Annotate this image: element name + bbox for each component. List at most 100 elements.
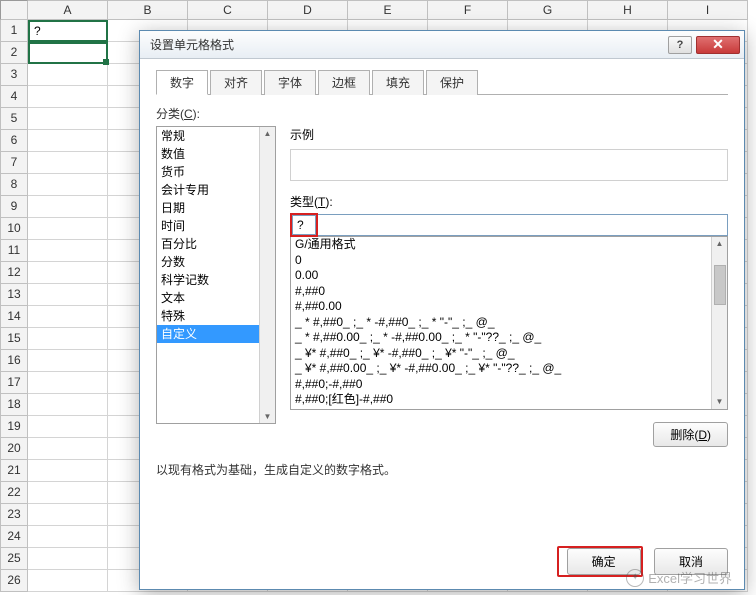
tab-3[interactable]: 边框 [318, 70, 370, 95]
row-header[interactable]: 11 [0, 240, 28, 262]
column-header[interactable]: B [108, 0, 188, 20]
format-item[interactable]: G/通用格式 [291, 237, 727, 253]
cell[interactable] [28, 548, 108, 570]
row-header[interactable]: 1 [0, 20, 28, 42]
column-header[interactable]: E [348, 0, 428, 20]
row-header[interactable]: 5 [0, 108, 28, 130]
category-item[interactable]: 自定义 [157, 325, 275, 343]
format-item[interactable]: _ ¥* #,##0_ ;_ ¥* -#,##0_ ;_ ¥* "-"_ ;_ … [291, 346, 727, 362]
column-header[interactable]: D [268, 0, 348, 20]
scroll-down-icon[interactable]: ▼ [716, 395, 724, 409]
category-item[interactable]: 货币 [157, 163, 275, 181]
scroll-thumb[interactable] [714, 265, 726, 305]
row-header[interactable]: 13 [0, 284, 28, 306]
format-item[interactable]: _ * #,##0.00_ ;_ * -#,##0.00_ ;_ * "-"??… [291, 330, 727, 346]
row-header[interactable]: 7 [0, 152, 28, 174]
cell[interactable] [28, 416, 108, 438]
cell[interactable] [28, 504, 108, 526]
format-listbox[interactable]: G/通用格式00.00#,##0#,##0.00_ * #,##0_ ;_ * … [290, 236, 728, 410]
scroll-down-icon[interactable]: ▼ [264, 412, 272, 421]
row-header[interactable]: 18 [0, 394, 28, 416]
cell[interactable] [28, 218, 108, 240]
format-item[interactable]: 0 [291, 253, 727, 269]
cell[interactable] [28, 372, 108, 394]
cell[interactable] [28, 240, 108, 262]
row-header[interactable]: 8 [0, 174, 28, 196]
row-header[interactable]: 23 [0, 504, 28, 526]
dialog-titlebar[interactable]: 设置单元格格式 ? ✕ [140, 31, 744, 59]
format-item[interactable]: #,##0.00 [291, 299, 727, 315]
cell[interactable] [28, 482, 108, 504]
category-item[interactable]: 特殊 [157, 307, 275, 325]
row-header[interactable]: 4 [0, 86, 28, 108]
ok-button[interactable]: 确定 [567, 548, 641, 575]
category-listbox[interactable]: 常规数值货币会计专用日期时间百分比分数科学记数文本特殊自定义 ▲ ▼ [156, 126, 276, 424]
category-item[interactable]: 科学记数 [157, 271, 275, 289]
format-item[interactable]: #,##0;[红色]-#,##0 [291, 392, 727, 408]
row-header[interactable]: 25 [0, 548, 28, 570]
cell[interactable] [28, 196, 108, 218]
cell[interactable] [28, 174, 108, 196]
cell[interactable] [28, 460, 108, 482]
row-header[interactable]: 26 [0, 570, 28, 592]
tab-5[interactable]: 保护 [426, 70, 478, 95]
row-header[interactable]: 20 [0, 438, 28, 460]
row-header[interactable]: 17 [0, 372, 28, 394]
scroll-up-icon[interactable]: ▲ [264, 129, 272, 138]
category-item[interactable]: 会计专用 [157, 181, 275, 199]
category-item[interactable]: 分数 [157, 253, 275, 271]
format-item[interactable]: #,##0;-#,##0 [291, 377, 727, 393]
cell[interactable] [28, 526, 108, 548]
row-header[interactable]: 2 [0, 42, 28, 64]
row-header[interactable]: 10 [0, 218, 28, 240]
cancel-button[interactable]: 取消 [654, 548, 728, 575]
category-scrollbar[interactable]: ▲ ▼ [259, 127, 275, 423]
cell[interactable] [28, 306, 108, 328]
category-item[interactable]: 常规 [157, 127, 275, 145]
row-header[interactable]: 3 [0, 64, 28, 86]
cell-a2-selection[interactable] [28, 42, 108, 64]
row-header[interactable]: 22 [0, 482, 28, 504]
cell[interactable] [28, 438, 108, 460]
category-item[interactable]: 时间 [157, 217, 275, 235]
format-item[interactable]: _ ¥* #,##0.00_ ;_ ¥* -#,##0.00_ ;_ ¥* "-… [291, 361, 727, 377]
column-header[interactable]: I [668, 0, 748, 20]
fill-handle[interactable] [103, 59, 109, 65]
format-item[interactable]: #,##0.00;-#,##0.00 [291, 408, 727, 411]
type-input[interactable] [292, 215, 316, 235]
cell[interactable] [28, 262, 108, 284]
category-item[interactable]: 百分比 [157, 235, 275, 253]
format-scrollbar[interactable]: ▲ ▼ [711, 237, 727, 409]
cell[interactable] [28, 284, 108, 306]
cell[interactable] [28, 350, 108, 372]
row-header[interactable]: 21 [0, 460, 28, 482]
help-button[interactable]: ? [668, 36, 692, 54]
row-header[interactable]: 15 [0, 328, 28, 350]
cell[interactable] [28, 130, 108, 152]
category-item[interactable]: 日期 [157, 199, 275, 217]
row-header[interactable]: 9 [0, 196, 28, 218]
tab-1[interactable]: 对齐 [210, 70, 262, 95]
scroll-up-icon[interactable]: ▲ [716, 237, 724, 251]
column-header[interactable]: C [188, 0, 268, 20]
row-header[interactable]: 24 [0, 526, 28, 548]
tab-0[interactable]: 数字 [156, 70, 208, 95]
column-header[interactable]: G [508, 0, 588, 20]
row-header[interactable]: 19 [0, 416, 28, 438]
format-item[interactable]: _ * #,##0_ ;_ * -#,##0_ ;_ * "-"_ ;_ @_ [291, 315, 727, 331]
row-header[interactable]: 6 [0, 130, 28, 152]
select-all-corner[interactable] [0, 0, 28, 20]
cell-a1[interactable]: ? [28, 20, 108, 42]
column-header[interactable]: A [28, 0, 108, 20]
format-item[interactable]: #,##0 [291, 284, 727, 300]
cell[interactable] [28, 570, 108, 592]
cell[interactable] [28, 328, 108, 350]
tab-4[interactable]: 填充 [372, 70, 424, 95]
row-header[interactable]: 14 [0, 306, 28, 328]
column-header[interactable]: H [588, 0, 668, 20]
delete-button[interactable]: 删除(D) [653, 422, 728, 447]
cell[interactable] [28, 152, 108, 174]
cell[interactable] [28, 108, 108, 130]
category-item[interactable]: 数值 [157, 145, 275, 163]
format-item[interactable]: 0.00 [291, 268, 727, 284]
